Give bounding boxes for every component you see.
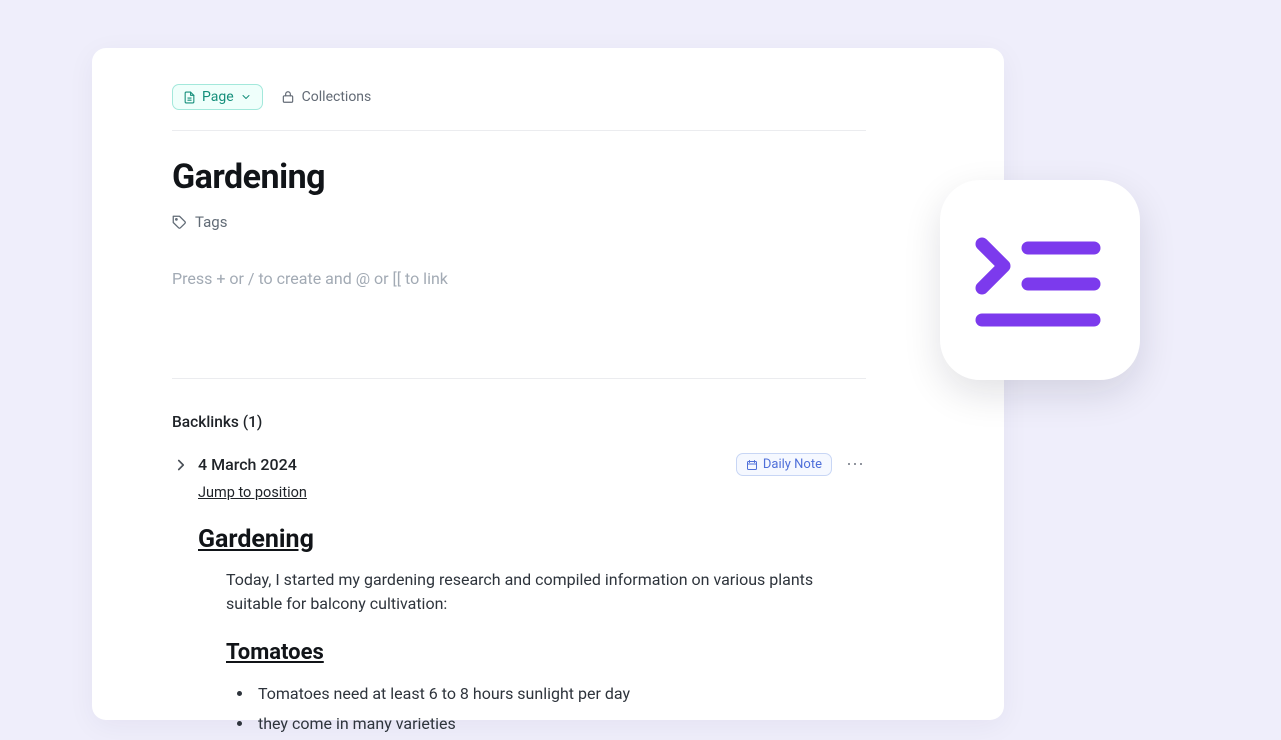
backlink-subheading[interactable]: Tomatoes: [226, 640, 866, 665]
tags-label: Tags: [195, 213, 227, 231]
page-card: Page Collections Gardening Tags Press + …: [92, 48, 1004, 720]
jump-to-position-link[interactable]: Jump to position: [198, 484, 866, 501]
list-item: Tomatoes need at least 6 to 8 hours sunl…: [254, 679, 866, 709]
list-item: they come in many varieties: [254, 709, 866, 739]
backlinks-header: Backlinks (1): [172, 413, 866, 431]
page-type-label: Page: [202, 90, 234, 104]
page-title[interactable]: Gardening: [172, 157, 866, 197]
collections-link[interactable]: Collections: [281, 89, 372, 105]
page-type-selector[interactable]: Page: [172, 84, 263, 110]
chevron-right-icon[interactable]: [172, 456, 190, 474]
backlink-list: Tomatoes need at least 6 to 8 hours sunl…: [254, 679, 866, 740]
backlink-row: 4 March 2024 Daily Note ⋯: [172, 453, 866, 476]
breadcrumb: Page Collections: [172, 84, 866, 124]
divider: [172, 378, 866, 379]
chevron-down-icon: [240, 91, 252, 103]
more-menu[interactable]: ⋯: [846, 456, 866, 474]
collections-label: Collections: [302, 89, 372, 105]
lock-icon: [281, 90, 295, 104]
calendar-icon: [746, 459, 758, 471]
divider: [172, 130, 866, 131]
document-icon: [183, 91, 196, 104]
editor-placeholder[interactable]: Press + or / to create and @ or [[ to li…: [172, 269, 866, 288]
tag-icon: [172, 215, 187, 230]
daily-note-label: Daily Note: [763, 458, 822, 471]
backlink-date[interactable]: 4 March 2024: [198, 455, 297, 474]
tags-field[interactable]: Tags: [172, 213, 866, 231]
app-logo: [940, 180, 1140, 380]
outline-icon: [972, 212, 1108, 348]
daily-note-badge[interactable]: Daily Note: [736, 453, 832, 476]
backlink-preview: Gardening Today, I started my gardening …: [198, 525, 866, 740]
backlink-body: Today, I started my gardening research a…: [226, 568, 866, 616]
backlink-heading[interactable]: Gardening: [198, 525, 866, 554]
